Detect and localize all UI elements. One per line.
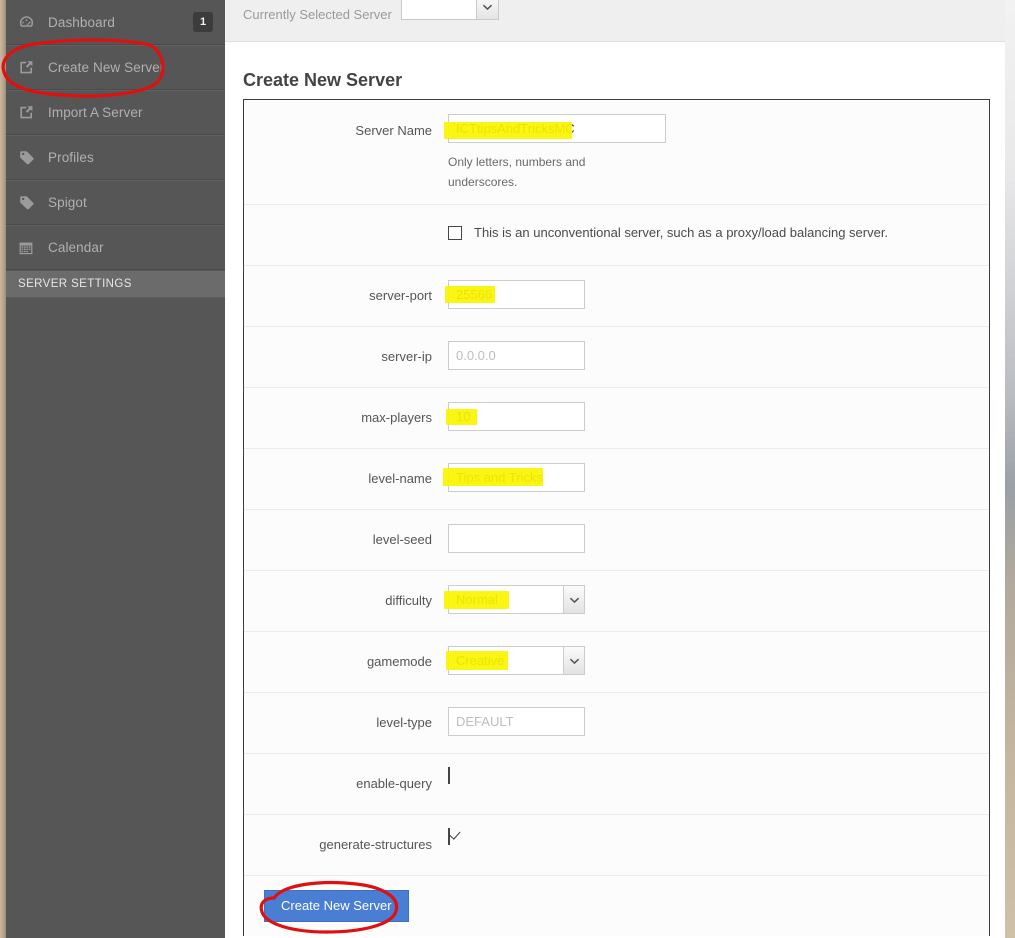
enable-query-checkbox[interactable]: [448, 767, 450, 784]
calendar-icon: [18, 238, 42, 258]
server-name-label: Server Name: [355, 123, 432, 138]
generate-structures-field-wrap: [448, 815, 989, 856]
enable-query-field-wrap: [448, 754, 989, 795]
current-server-select[interactable]: [401, 0, 499, 20]
unconventional-checkbox-label: This is an unconventional server, such a…: [474, 225, 889, 240]
max-players-field-wrap: [448, 388, 989, 443]
gamemode-select-value: Creative: [456, 653, 505, 668]
content-area: Create New Server Server Name Only lette…: [225, 42, 1005, 938]
unconventional-field-wrap: This is an unconventional server, such a…: [448, 205, 989, 252]
form-row-max-players: max-players: [244, 388, 989, 449]
server-ip-input[interactable]: [448, 341, 585, 370]
difficulty-label: difficulty: [385, 593, 432, 608]
form-row-level-type: level-type: [244, 693, 989, 754]
external-link-icon: [18, 58, 42, 78]
sidebar-item-spigot[interactable]: Spigot: [6, 180, 225, 225]
gamemode-label: gamemode: [366, 654, 432, 669]
form-row-enable-query: enable-query: [244, 754, 989, 815]
dashboard-icon: [18, 12, 42, 32]
chevron-down-icon: [476, 0, 498, 19]
tag-icon: [18, 148, 42, 168]
dashboard-badge: 1: [193, 12, 213, 32]
gamemode-field-wrap: Creative: [448, 632, 989, 687]
server-port-input[interactable]: [448, 280, 585, 309]
tag-icon: [18, 193, 42, 213]
unconventional-checkbox-row[interactable]: This is an unconventional server, such a…: [448, 219, 989, 240]
sidebar-section-label: SERVER SETTINGS: [18, 278, 132, 290]
main-area: Currently Selected Server › Create New S…: [225, 0, 1005, 938]
form-row-unconventional: This is an unconventional server, such a…: [244, 205, 989, 266]
chevron-down-icon: [563, 586, 584, 613]
gamemode-select[interactable]: Creative: [448, 646, 585, 675]
server-ip-label: server-ip: [381, 349, 432, 364]
breadcrumb: Currently Selected Server ›: [243, 2, 414, 26]
level-type-field-wrap: [448, 693, 989, 748]
create-new-server-button[interactable]: Create New Server: [264, 890, 409, 922]
create-server-form: Server Name Only letters, numbers and un…: [243, 99, 990, 936]
sidebar-item-import-a-server[interactable]: Import A Server: [6, 90, 225, 135]
level-seed-input[interactable]: [448, 524, 585, 553]
level-seed-label: level-seed: [372, 532, 432, 547]
max-players-label: max-players: [361, 410, 432, 425]
level-name-label: level-name: [368, 471, 432, 486]
sidebar-item-label: Spigot: [48, 195, 87, 210]
form-row-level-seed: level-seed: [244, 510, 989, 571]
level-seed-field-wrap: [448, 510, 989, 565]
sidebar-item-dashboard[interactable]: Dashboard 1: [6, 0, 225, 45]
top-bar: Currently Selected Server ›: [225, 0, 1005, 42]
unconventional-checkbox[interactable]: [448, 225, 462, 240]
level-name-field-wrap: [448, 449, 989, 504]
sidebar-item-calendar[interactable]: Calendar: [6, 225, 225, 270]
sidebar-section-server-settings: SERVER SETTINGS: [6, 270, 225, 298]
form-row-submit: Create New Server: [244, 876, 989, 936]
sidebar-item-create-new-server[interactable]: Create New Server: [6, 45, 225, 90]
generate-structures-checkbox[interactable]: [448, 828, 450, 845]
breadcrumb-label: Currently Selected Server: [243, 6, 392, 22]
server-port-label: server-port: [369, 288, 432, 303]
form-row-generate-structures: generate-structures: [244, 815, 989, 876]
sidebar-item-profiles[interactable]: Profiles: [6, 135, 225, 180]
enable-query-label: enable-query: [356, 776, 432, 791]
sidebar-item-label: Import A Server: [48, 105, 143, 120]
server-ip-field-wrap: [448, 327, 989, 382]
app-window: Dashboard 1 Create New Server Import A S…: [0, 0, 1015, 938]
generate-structures-label: generate-structures: [319, 837, 432, 852]
difficulty-select-value: Normal: [456, 592, 498, 607]
form-row-server-port: server-port: [244, 266, 989, 327]
form-row-difficulty: difficulty Normal: [244, 571, 989, 632]
level-type-input[interactable]: [448, 707, 585, 736]
sidebar-item-label: Profiles: [48, 150, 94, 165]
unconventional-label-spacer: [244, 205, 448, 227]
server-name-input[interactable]: [448, 114, 666, 143]
page-title: Create New Server: [243, 70, 403, 90]
sidebar-item-label: Calendar: [48, 240, 104, 255]
sidebar: Dashboard 1 Create New Server Import A S…: [6, 0, 225, 938]
window-right-edge: [1005, 0, 1015, 938]
chevron-down-icon: [563, 647, 584, 674]
external-link-icon: [18, 103, 42, 123]
level-name-input[interactable]: [448, 463, 585, 492]
server-name-field-wrap: Only letters, numbers and underscores.: [448, 100, 989, 204]
server-name-hint: Only letters, numbers and underscores.: [448, 155, 586, 189]
form-row-server-name: Server Name Only letters, numbers and un…: [244, 100, 989, 205]
max-players-input[interactable]: [448, 402, 585, 431]
sidebar-item-label: Create New Server: [48, 60, 165, 75]
difficulty-select[interactable]: Normal: [448, 585, 585, 614]
server-port-field-wrap: [448, 266, 989, 321]
level-type-label: level-type: [376, 715, 432, 730]
form-row-level-name: level-name: [244, 449, 989, 510]
form-row-gamemode: gamemode Creative: [244, 632, 989, 693]
difficulty-field-wrap: Normal: [448, 571, 989, 626]
form-row-server-ip: server-ip: [244, 327, 989, 388]
